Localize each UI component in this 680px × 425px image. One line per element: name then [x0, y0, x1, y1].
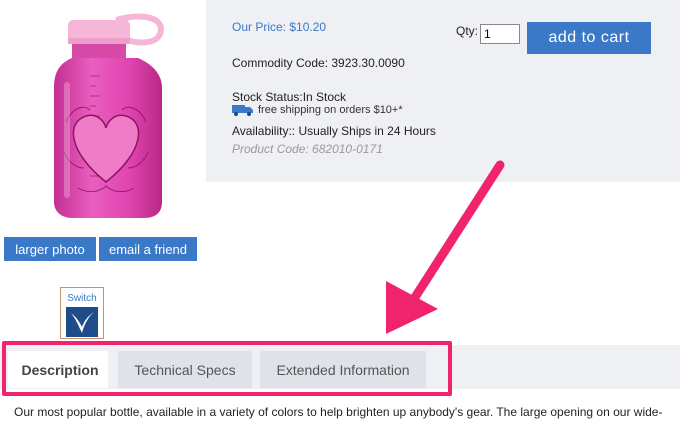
product-code: Product Code: 682010-0171: [232, 142, 383, 156]
availability: Availability:: Usually Ships in 24 Hours: [232, 124, 436, 138]
tab-extended-information[interactable]: Extended Information: [260, 351, 426, 388]
price-label: Our Price:: [232, 20, 287, 34]
price-value: $10.20: [289, 20, 327, 34]
product-price: Our Price: $10.20: [232, 20, 326, 34]
larger-photo-button[interactable]: larger photo: [4, 237, 96, 261]
shipping-info: free shipping on orders $10+*: [232, 104, 403, 116]
qty-input[interactable]: [480, 24, 520, 44]
switch-label: Switch: [67, 293, 97, 304]
shipping-text: free shipping on orders $10+*: [258, 104, 403, 116]
switch-logo-icon: [66, 307, 98, 337]
add-to-cart-button[interactable]: add to cart: [527, 22, 651, 54]
truck-icon: [232, 105, 253, 116]
qty-label: Qty:: [456, 24, 479, 38]
email-friend-button[interactable]: email a friend: [99, 237, 197, 261]
stock-status: Stock Status:In Stock: [232, 90, 347, 104]
tab-description[interactable]: Description: [8, 351, 108, 388]
switch-badge[interactable]: Switch: [60, 287, 104, 339]
product-image[interactable]: [48, 12, 172, 220]
description-text: Our most popular bottle, available in a …: [14, 405, 663, 419]
commodity-code: Commodity Code: 3923.30.0090: [232, 56, 405, 70]
tab-technical-specs[interactable]: Technical Specs: [118, 351, 252, 388]
